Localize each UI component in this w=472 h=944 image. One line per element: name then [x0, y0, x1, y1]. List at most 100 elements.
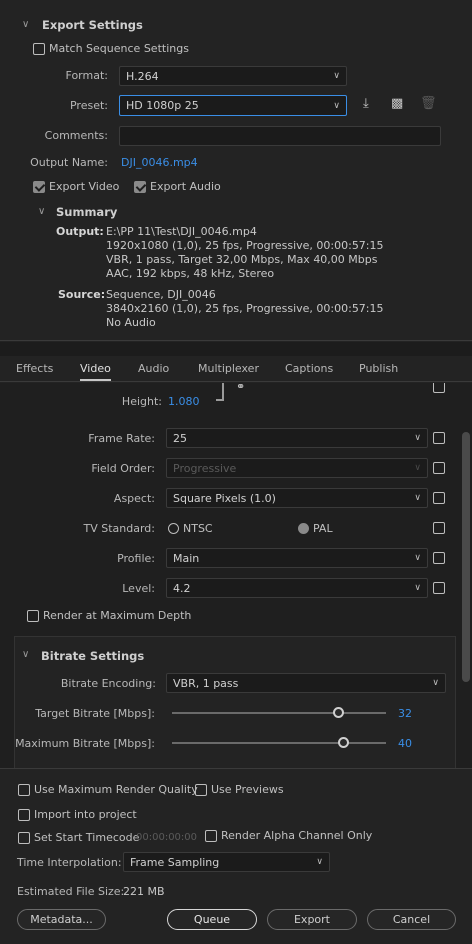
summary-source-line: No Audio [106, 316, 156, 329]
save-preset-icon[interactable]: ⤓ [363, 96, 369, 111]
level-dropdown[interactable]: 4.2 ∨ [166, 578, 428, 598]
checkbox-box[interactable] [33, 180, 45, 193]
format-dropdown[interactable]: H.264 ∨ [119, 66, 347, 86]
tab-publish[interactable]: Publish [359, 362, 398, 375]
time-interpolation-dropdown[interactable]: Frame Sampling ∨ [123, 852, 330, 872]
bitrate-encoding-dropdown[interactable]: VBR, 1 pass ∨ [166, 673, 446, 693]
cancel-button[interactable]: Cancel [367, 909, 456, 930]
tv-standard-param-checkbox[interactable] [433, 522, 445, 534]
checkbox-box[interactable] [205, 829, 217, 842]
radio-circle[interactable] [298, 523, 309, 534]
checkbox-box[interactable] [18, 808, 30, 821]
radio-circle[interactable] [168, 523, 179, 534]
pal-radio[interactable]: PAL [298, 522, 333, 535]
link-bracket [216, 383, 224, 401]
height-label: Height: [121, 395, 162, 408]
export-video-checkbox[interactable]: Export Video [33, 180, 119, 193]
video-settings-scroll[interactable]: Height: 1.080 ⚭ Frame Rate: 25 ∨ Field O… [0, 383, 460, 768]
link-chain-icon[interactable]: ⚭ [236, 383, 245, 393]
import-preset-icon[interactable]: ▩ [391, 96, 403, 111]
set-start-timecode-checkbox[interactable]: Set Start Timecode [18, 831, 139, 844]
summary-output-line: VBR, 1 pass, Target 32,00 Mbps, Max 40,0… [106, 253, 378, 266]
render-alpha-label: Render Alpha Channel Only [221, 829, 373, 842]
render-max-depth-label: Render at Maximum Depth [43, 609, 192, 622]
profile-value: Main [173, 551, 200, 565]
pal-label: PAL [313, 522, 333, 535]
format-label: Format: [65, 69, 108, 82]
collapse-chevron-icon[interactable]: ∨ [38, 206, 45, 217]
checkbox-box[interactable] [195, 783, 207, 796]
export-video-label: Export Video [49, 180, 120, 193]
field-order-param-checkbox[interactable] [433, 462, 445, 474]
render-alpha-checkbox[interactable]: Render Alpha Channel Only [205, 829, 372, 842]
scrollbar-thumb[interactable] [462, 432, 470, 682]
collapse-chevron-icon[interactable]: ∨ [22, 649, 29, 660]
divider [0, 340, 472, 341]
checkbox-box[interactable] [33, 42, 45, 55]
use-max-render-checkbox[interactable]: Use Maximum Render Quality [18, 783, 198, 796]
export-audio-checkbox[interactable]: Export Audio [134, 180, 221, 193]
chevron-down-icon: ∨ [414, 583, 421, 593]
export-settings-header: Export Settings [42, 18, 143, 32]
tab-multiplexer[interactable]: Multiplexer [198, 362, 259, 375]
frame-rate-dropdown[interactable]: 25 ∨ [166, 428, 428, 448]
tab-video[interactable]: Video [80, 362, 111, 381]
summary-header: Summary [56, 205, 118, 219]
profile-dropdown[interactable]: Main ∨ [166, 548, 428, 568]
tab-effects[interactable]: Effects [16, 362, 53, 375]
target-bitrate-value[interactable]: 32 [398, 707, 412, 720]
max-bitrate-value[interactable]: 40 [398, 737, 412, 750]
preset-dropdown[interactable]: HD 1080p 25 ∨ [119, 95, 347, 116]
time-interpolation-label: Time Interpolation: [17, 856, 122, 869]
summary-source-label: Source: [58, 288, 106, 301]
height-param-checkbox[interactable] [433, 383, 445, 393]
match-sequence-checkbox[interactable]: Match Sequence Settings [33, 42, 189, 55]
checkbox-box[interactable] [18, 831, 30, 844]
comments-label: Comments: [44, 129, 108, 142]
level-value: 4.2 [173, 581, 191, 595]
summary-output-line: 1920x1080 (1,0), 25 fps, Progressive, 00… [106, 239, 384, 252]
chevron-down-icon: ∨ [414, 493, 421, 503]
aspect-param-checkbox[interactable] [433, 492, 445, 504]
format-value: H.264 [126, 69, 159, 83]
export-button[interactable]: Export [267, 909, 357, 930]
comments-field[interactable] [119, 126, 441, 146]
target-bitrate-slider[interactable] [172, 712, 386, 714]
level-param-checkbox[interactable] [433, 582, 445, 594]
use-previews-checkbox[interactable]: Use Previews [195, 783, 284, 796]
summary-output-label: Output: [56, 225, 104, 238]
settings-tabs: Effects Video Audio Multiplexer Captions… [0, 356, 472, 382]
tab-captions[interactable]: Captions [285, 362, 333, 375]
max-bitrate-knob[interactable] [337, 737, 349, 748]
frame-rate-value: 25 [173, 431, 187, 445]
target-bitrate-label: Target Bitrate [Mbps]: [35, 707, 155, 720]
frame-rate-param-checkbox[interactable] [433, 432, 445, 444]
ntsc-radio[interactable]: NTSC [168, 522, 213, 535]
aspect-dropdown[interactable]: Square Pixels (1.0) ∨ [166, 488, 428, 508]
height-value[interactable]: 1.080 [168, 395, 200, 408]
use-previews-label: Use Previews [211, 783, 284, 796]
file-size-value: 221 MB [123, 885, 165, 898]
collapse-chevron-icon[interactable]: ∨ [22, 19, 29, 30]
summary-output: Output: [56, 225, 104, 239]
summary-source-lines: Sequence, DJI_0046 3840x2160 (1,0), 25 f… [106, 288, 384, 330]
max-bitrate-label: Maximum Bitrate [Mbps]: [15, 737, 155, 750]
checkbox-box[interactable] [134, 180, 146, 193]
set-start-timecode-label: Set Start Timecode [34, 831, 140, 844]
checkbox-box[interactable] [18, 783, 30, 796]
import-project-checkbox[interactable]: Import into project [18, 808, 137, 821]
file-size-label: Estimated File Size: [17, 885, 125, 898]
output-name-link[interactable]: DJI_0046.mp4 [121, 156, 198, 169]
aspect-value: Square Pixels (1.0) [173, 491, 276, 505]
render-max-depth-checkbox[interactable]: Render at Maximum Depth [27, 609, 191, 622]
tab-audio[interactable]: Audio [138, 362, 169, 375]
queue-button[interactable]: Queue [167, 909, 257, 930]
checkbox-box[interactable] [27, 609, 39, 622]
metadata-button[interactable]: Metadata... [17, 909, 106, 930]
profile-param-checkbox[interactable] [433, 552, 445, 564]
ntsc-label: NTSC [183, 522, 213, 535]
import-project-label: Import into project [34, 808, 137, 821]
delete-preset-icon[interactable]: 🗑 [420, 96, 437, 111]
max-bitrate-slider[interactable] [172, 742, 386, 744]
divider-band [0, 342, 472, 356]
